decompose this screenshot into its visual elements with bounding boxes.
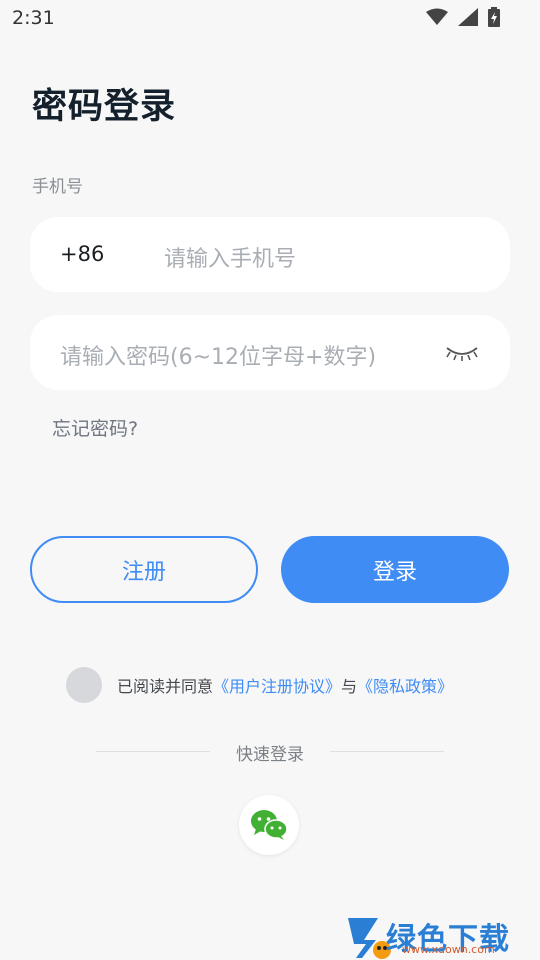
login-button[interactable]: 登录 — [281, 536, 509, 603]
agreement-row: 已阅读并同意《用户注册协议》与《隐私政策》 — [66, 667, 453, 703]
status-time: 2:31 — [12, 7, 55, 29]
wechat-login-button[interactable] — [239, 795, 299, 855]
wechat-icon — [251, 810, 288, 840]
eye-closed-icon[interactable] — [444, 343, 480, 363]
register-button[interactable]: 注册 — [30, 536, 258, 603]
quick-login-divider: 快速登录 — [96, 740, 444, 765]
wifi-icon — [426, 8, 448, 25]
phone-label: 手机号 — [32, 177, 83, 197]
user-agreement-link[interactable]: 《用户注册协议》 — [213, 677, 341, 696]
agreement-text: 已阅读并同意《用户注册协议》与《隐私政策》 — [117, 673, 453, 697]
status-bar: 2:31 — [0, 0, 540, 36]
agreement-prefix: 已阅读并同意 — [117, 677, 214, 696]
agreement-checkbox[interactable] — [66, 667, 102, 703]
password-input-box[interactable]: 请输入密码(6~12位字母+数字) — [30, 315, 510, 390]
agreement-conjunction: 与 — [341, 677, 358, 696]
phone-input[interactable]: 请输入手机号 — [164, 241, 296, 273]
password-input[interactable]: 请输入密码(6~12位字母+数字) — [60, 339, 376, 371]
watermark-logo: 绿色下载站 www.xdown.com — [342, 910, 540, 960]
watermark-mascot-icon — [348, 918, 391, 959]
country-code[interactable]: +86 — [60, 242, 104, 266]
watermark-url: www.xdown.com — [402, 943, 495, 956]
battery-charging-icon — [488, 7, 500, 27]
signal-icon — [458, 8, 478, 26]
divider-line — [330, 751, 444, 752]
quick-login-label: 快速登录 — [236, 745, 304, 765]
forgot-password-link[interactable]: 忘记密码? — [52, 414, 138, 441]
page-title: 密码登录 — [32, 87, 177, 127]
privacy-policy-link[interactable]: 《隐私政策》 — [357, 677, 453, 696]
phone-input-box[interactable]: +86 请输入手机号 — [30, 217, 510, 292]
status-icons — [426, 7, 500, 27]
